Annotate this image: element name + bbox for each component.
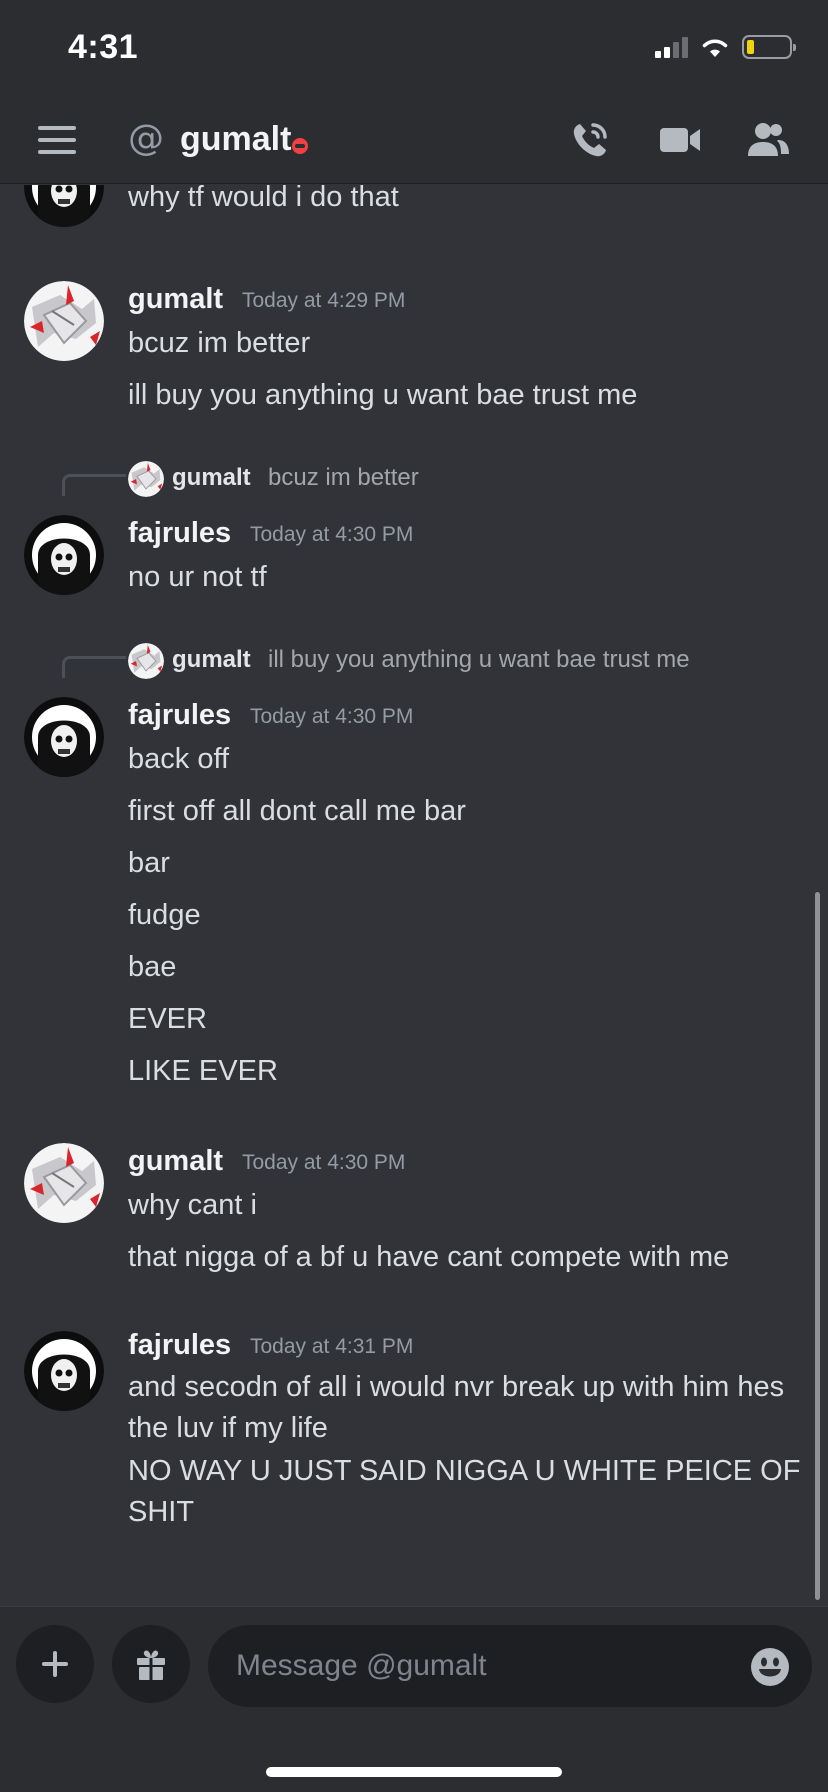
reply-avatar-gumalt	[128, 643, 164, 679]
plus-icon	[42, 1651, 68, 1677]
author-name[interactable]: fajrules	[128, 517, 231, 550]
message-input[interactable]	[208, 1625, 812, 1707]
channel-title[interactable]: gumalt	[180, 120, 291, 159]
voice-call-button[interactable]	[566, 116, 614, 164]
author-name[interactable]: fajrules	[128, 699, 231, 732]
message-timestamp: Today at 4:31 PM	[250, 1335, 414, 1358]
video-call-button[interactable]	[656, 116, 704, 164]
avatar-fajrules[interactable]	[24, 185, 104, 227]
avatar-gumalt[interactable]	[24, 281, 104, 361]
battery-icon	[742, 35, 796, 59]
reply-preview[interactable]: ill buy you anything u want bae trust me	[268, 646, 690, 674]
reply-connector	[62, 474, 126, 496]
message-timestamp: Today at 4:29 PM	[242, 289, 406, 312]
status-time: 4:31	[68, 28, 139, 66]
dnd-status-icon	[292, 138, 308, 154]
status-icons	[655, 34, 796, 60]
emoji-icon[interactable]	[750, 1647, 790, 1687]
add-attachment-button[interactable]	[16, 1625, 94, 1703]
members-icon	[748, 123, 789, 156]
message-line: fudge	[128, 899, 201, 931]
author-name[interactable]: fajrules	[128, 1329, 231, 1362]
reply-connector	[62, 656, 126, 678]
message-line: first off all dont call me bar	[128, 795, 466, 827]
author-name[interactable]: gumalt	[128, 1145, 223, 1178]
message-line: bae	[128, 951, 177, 983]
message-line: and secodn of all i would nvr break up w…	[128, 1371, 785, 1444]
message-line: no ur not tf	[128, 561, 267, 593]
message-line: bcuz im better	[128, 327, 311, 359]
members-button[interactable]	[744, 116, 792, 164]
message-line: NO WAY U JUST SAID NIGGA U WHITE PEICE O…	[128, 1455, 801, 1528]
message-line: why tf would i do that	[128, 185, 399, 213]
message-list[interactable]: why tf would i do that gumalt Today at 4…	[0, 185, 828, 1605]
message-line: why cant i	[128, 1189, 257, 1221]
reply-avatar-gumalt	[128, 461, 164, 497]
home-indicator[interactable]	[266, 1767, 562, 1777]
message-line: that nigga of a bf u have cant compete w…	[128, 1241, 730, 1273]
message-timestamp: Today at 4:30 PM	[250, 705, 414, 728]
top-bar: 4:31 @ gumalt	[0, 0, 828, 184]
voice-call-icon	[573, 123, 607, 157]
cellular-signal-icon	[655, 36, 688, 58]
channel-header: @ gumalt	[0, 104, 828, 176]
gift-icon	[137, 1650, 165, 1680]
message-timestamp: Today at 4:30 PM	[250, 523, 414, 546]
reply-author[interactable]: gumalt	[172, 464, 251, 492]
avatar-fajrules[interactable]	[24, 1331, 104, 1411]
chat-scrollbar[interactable]	[815, 892, 820, 1600]
message-line: back off	[128, 743, 230, 775]
reply-author[interactable]: gumalt	[172, 646, 251, 674]
menu-icon[interactable]	[38, 126, 76, 154]
message-composer	[0, 1606, 828, 1792]
avatar-fajrules[interactable]	[24, 697, 104, 777]
message-line: bar	[128, 847, 170, 879]
message-line: ill buy you anything u want bae trust me	[128, 379, 638, 411]
avatar-gumalt[interactable]	[24, 1143, 104, 1223]
avatar-fajrules[interactable]	[24, 515, 104, 595]
video-call-icon	[660, 128, 700, 152]
message-timestamp: Today at 4:30 PM	[242, 1151, 406, 1174]
at-icon: @	[128, 118, 164, 159]
reply-preview[interactable]: bcuz im better	[268, 464, 419, 492]
wifi-icon	[702, 39, 728, 57]
author-name[interactable]: gumalt	[128, 283, 223, 316]
gift-button[interactable]	[112, 1625, 190, 1703]
message-line: EVER	[128, 1003, 207, 1035]
message-line: LIKE EVER	[128, 1055, 278, 1087]
